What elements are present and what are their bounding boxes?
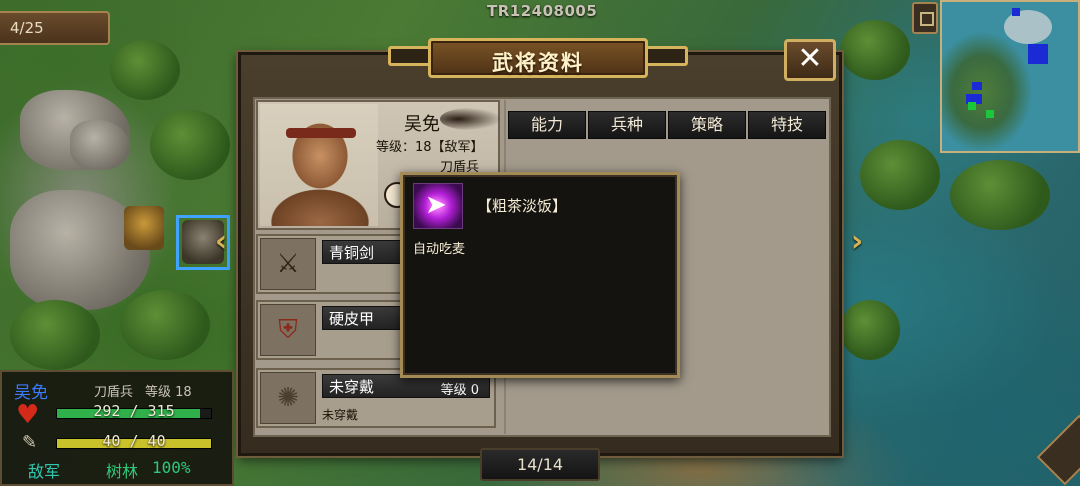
hp-text: 292 / 315	[93, 402, 175, 420]
minimap-toggle-button[interactable]	[912, 2, 938, 34]
hero-name: 吴免	[404, 114, 440, 135]
minimap[interactable]	[940, 0, 1080, 153]
close-button[interactable]: ✕	[784, 39, 836, 81]
armor-icon: ⛨	[260, 304, 316, 356]
title-plate: 武将资料	[428, 38, 648, 78]
minimap-ally-marker	[986, 110, 994, 118]
feather-icon: ✎	[22, 432, 38, 453]
terrain-bonus: 100%	[152, 458, 191, 477]
map-tree	[840, 300, 900, 360]
portrait-headband	[286, 128, 356, 138]
hero-level: 等级：18【敌军】	[376, 140, 484, 155]
page-indicator: 14/14	[480, 448, 600, 481]
session-code: TR12408005	[487, 2, 598, 20]
heart-icon: ♥	[16, 400, 40, 430]
map-rock	[70, 120, 130, 170]
map-tree	[120, 290, 210, 360]
minimap-enemy-marker	[1012, 8, 1020, 16]
skill-description: 自动吃麦	[413, 242, 466, 257]
equipment-level: 等级 0	[440, 383, 479, 398]
minimap-ally-marker	[968, 102, 976, 110]
dialog-title-banner: 武将资料	[388, 34, 688, 80]
accessory-slot-icon: ✺	[260, 372, 316, 424]
tab-troop[interactable]: 兵种	[588, 111, 666, 139]
map-tree	[110, 40, 180, 100]
unit-type: 刀盾兵	[94, 385, 134, 400]
enemy-unit[interactable]	[124, 206, 164, 250]
skill-arrow-icon	[413, 183, 463, 229]
skill-tooltip: 【粗茶淡饭】 自动吃麦	[400, 172, 680, 378]
name-brush-decoration	[440, 108, 500, 130]
hero-portrait	[260, 104, 378, 226]
equipment-status: 未穿戴	[322, 408, 359, 422]
tab-ability[interactable]: 能力	[508, 111, 586, 139]
turn-counter: 4/25	[0, 11, 110, 45]
mp-text: 40 / 40	[102, 432, 166, 450]
tab-special-skill[interactable]: 特技	[748, 111, 826, 139]
equipment-name-text: 硬皮甲	[329, 310, 375, 328]
next-hero-arrow-icon[interactable]: ›	[842, 222, 872, 262]
map-tree	[840, 20, 910, 80]
skill-name: 【粗茶淡饭】	[477, 197, 568, 215]
map-tree	[10, 300, 100, 370]
equipment-name-text: 未穿戴	[329, 378, 375, 396]
unit-status-panel: 吴免 刀盾兵 等级 18 ♥ 292 / 315 ✎ 40 / 40 敌军 树林…	[0, 370, 234, 486]
unit-level: 等级 18	[145, 385, 192, 400]
map-tree	[860, 140, 940, 210]
turn-counter-text: 4/25	[10, 19, 44, 37]
terrain-name: 树林	[106, 462, 139, 481]
map-tree	[150, 110, 230, 180]
map-tree	[950, 160, 1050, 230]
prev-hero-arrow-icon[interactable]: ‹	[206, 222, 236, 262]
close-icon: ✕	[797, 41, 823, 76]
dialog-title: 武将资料	[492, 51, 584, 75]
minimap-enemy-marker	[1028, 44, 1048, 64]
equipment-name-text: 青铜剑	[329, 244, 375, 262]
minimap-enemy-marker	[972, 82, 982, 90]
tab-strategy[interactable]: 策略	[668, 111, 746, 139]
unit-faction: 敌军	[28, 462, 61, 481]
sword-icon: ⚔	[260, 238, 316, 290]
